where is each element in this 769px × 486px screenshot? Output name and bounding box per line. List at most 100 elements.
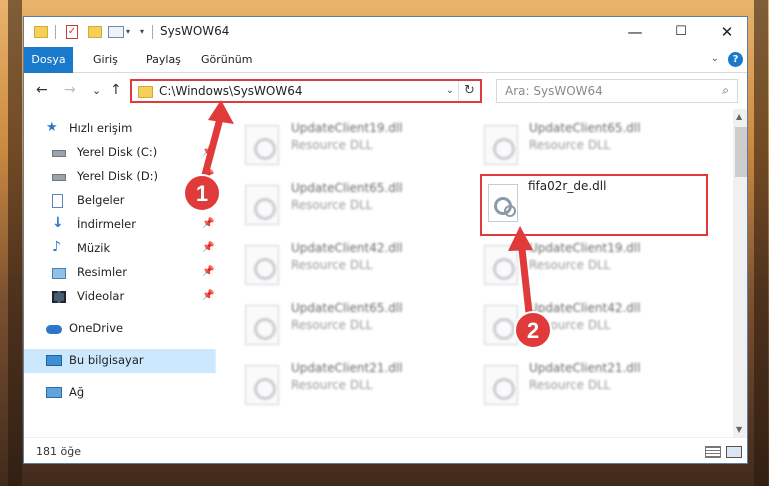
navigation-bar: ← → ⌄ ↑ C:\Windows\SysWOW64 ⌄ ↻ Ara: Sys… (24, 73, 747, 109)
divider (152, 25, 153, 39)
navigation-pane: ★ Hızlı erişim Yerel Disk (C:) 📌 Yerel D… (24, 109, 216, 437)
file-name: UpdateClient42.dll (291, 241, 403, 255)
sidebar-item-music[interactable]: ♪ Müzik 📌 (24, 237, 216, 261)
status-bar: 181 öğe (24, 437, 747, 463)
title-bar: ✓ ▾ ▾ SysWOW64 — ☐ ✕ (24, 17, 747, 47)
search-box[interactable]: Ara: SysWOW64 ⌕ (496, 79, 738, 103)
sidebar-item-label: OneDrive (69, 321, 124, 335)
file-name: UpdateClient65.dll (291, 301, 403, 315)
search-input[interactable]: Ara: SysWOW64 (505, 84, 603, 98)
file-name: UpdateClient21.dll (529, 361, 641, 375)
pin-icon[interactable]: 📌 (202, 242, 214, 253)
pin-icon[interactable]: 📌 (202, 170, 214, 181)
file-type: Resource DLL (529, 138, 611, 152)
sidebar-item-quick-access[interactable]: ★ Hızlı erişim (24, 117, 216, 141)
large-icons-view-icon[interactable] (726, 446, 742, 458)
search-icon[interactable]: ⌕ (722, 83, 729, 98)
file-name: UpdateClient42.dll (529, 301, 641, 315)
sidebar-item-network[interactable]: Ağ (24, 381, 216, 405)
pin-icon[interactable]: 📌 (202, 218, 214, 229)
pin-icon[interactable]: 📌 (202, 146, 214, 157)
window-title: SysWOW64 (160, 24, 230, 38)
dll-file-icon (245, 185, 279, 225)
file-name: UpdateClient65.dll (291, 181, 403, 195)
tab-file[interactable]: Dosya (24, 47, 73, 73)
computer-icon (46, 355, 62, 366)
vertical-scrollbar[interactable]: ▲ ▼ (733, 109, 747, 437)
file-type: Resource DLL (291, 258, 373, 272)
help-icon[interactable]: ? (728, 52, 743, 67)
pin-icon[interactable]: 📌 (202, 266, 214, 277)
scrollbar-thumb[interactable] (735, 127, 747, 177)
file-name: UpdateClient21.dll (291, 361, 403, 375)
file-type: Resource DLL (529, 318, 611, 332)
sidebar-item-label: Hızlı erişim (69, 121, 133, 135)
dll-file-icon (484, 305, 518, 345)
maximize-button[interactable]: ☐ (658, 17, 704, 47)
dll-file-icon (484, 125, 518, 165)
properties-check-icon[interactable]: ✓ (66, 25, 78, 39)
scroll-down-arrow-icon[interactable]: ▼ (736, 425, 742, 434)
pin-icon[interactable]: 📌 (202, 290, 214, 301)
file-name: UpdateClient65.dll (529, 121, 641, 135)
explorer-window: ✓ ▾ ▾ SysWOW64 — ☐ ✕ Dosya Giriş Paylaş … (23, 16, 748, 464)
dll-file-icon (245, 365, 279, 405)
sidebar-item-onedrive[interactable]: OneDrive (24, 317, 216, 341)
sidebar-item-documents[interactable]: Belgeler 📌 (24, 189, 216, 213)
file-name[interactable]: fifa02r_de.dll (528, 179, 606, 193)
address-path[interactable]: C:\Windows\SysWOW64 (159, 84, 303, 98)
minimize-button[interactable]: — (612, 17, 658, 47)
file-type: Resource DLL (291, 378, 373, 392)
scroll-up-arrow-icon[interactable]: ▲ (736, 112, 742, 121)
address-bar[interactable]: C:\Windows\SysWOW64 ⌄ ↻ (130, 79, 482, 103)
tab-share[interactable]: Paylaş (146, 47, 181, 73)
details-view-icon[interactable] (705, 446, 721, 458)
quick-access-properties-icon[interactable] (108, 26, 124, 38)
file-type: Resource DLL (291, 198, 373, 212)
item-count: 181 öğe (36, 445, 81, 458)
chevron-down-icon[interactable]: ⌄ (711, 53, 719, 64)
sidebar-item-label: Yerel Disk (D:) (77, 169, 159, 183)
chevron-down-icon[interactable]: ▾ (126, 27, 130, 42)
drive-icon (52, 150, 66, 157)
customize-toolbar-icon[interactable]: ▾ (140, 27, 144, 42)
sidebar-item-label: Ağ (69, 385, 85, 399)
close-button[interactable]: ✕ (704, 17, 747, 47)
file-type: Resource DLL (291, 138, 373, 152)
refresh-button[interactable]: ↻ (458, 81, 480, 101)
pin-icon[interactable]: 📌 (202, 194, 214, 205)
sidebar-item-videos[interactable]: Videolar 📌 (24, 285, 216, 309)
dll-file-icon (245, 245, 279, 285)
chevron-down-icon[interactable]: ⌄ (446, 85, 454, 96)
up-button[interactable]: ↑ (110, 82, 122, 98)
forward-button[interactable]: → (64, 82, 76, 98)
file-name: UpdateClient19.dll (291, 121, 403, 135)
sidebar-item-label: Müzik (77, 241, 111, 255)
folder-icon (34, 26, 48, 38)
recent-locations-button[interactable]: ⌄ (92, 84, 101, 97)
sidebar-item-label: Belgeler (77, 193, 125, 207)
music-icon: ♪ (52, 239, 61, 255)
dll-file-icon (245, 305, 279, 345)
back-button[interactable]: ← (36, 82, 48, 98)
sidebar-item-local-disk-d[interactable]: Yerel Disk (D:) 📌 (24, 165, 216, 189)
sidebar-item-pictures[interactable]: Resimler 📌 (24, 261, 216, 285)
sidebar-item-local-disk-c[interactable]: Yerel Disk (C:) 📌 (24, 141, 216, 165)
tab-home[interactable]: Giriş (93, 47, 118, 73)
dll-file-icon (245, 125, 279, 165)
sidebar-item-downloads[interactable]: ↓ İndirmeler 📌 (24, 213, 216, 237)
sidebar-item-label: Videolar (77, 289, 125, 303)
network-icon (46, 387, 62, 398)
file-type: Resource DLL (291, 318, 373, 332)
download-icon: ↓ (52, 215, 64, 231)
sidebar-item-label: İndirmeler (77, 217, 136, 231)
sidebar-item-this-pc[interactable]: Bu bilgisayar (24, 349, 216, 373)
star-icon: ★ (46, 120, 58, 135)
sidebar-item-label: Yerel Disk (C:) (77, 145, 158, 159)
new-folder-icon[interactable] (88, 26, 102, 38)
tab-view[interactable]: Görünüm (201, 47, 252, 73)
dll-file-icon (484, 365, 518, 405)
file-list: UpdateClient19.dll Resource DLL UpdateCl… (216, 109, 733, 437)
list-item-highlighted[interactable]: fifa02r_de.dll (480, 174, 708, 236)
ribbon: Dosya Giriş Paylaş Görünüm ⌄ ? (24, 47, 747, 73)
